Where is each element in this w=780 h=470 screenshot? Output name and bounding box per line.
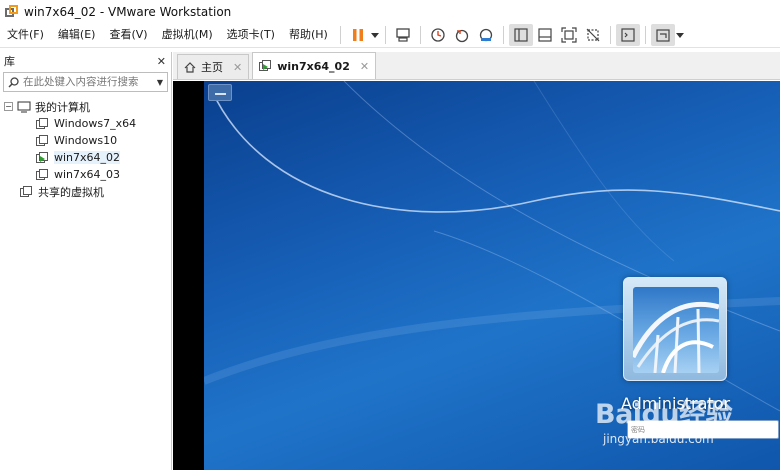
snapshot-icon — [431, 28, 445, 42]
menu-edit[interactable]: 编辑(E) — [51, 24, 103, 46]
password-field[interactable]: 密码 — [627, 420, 779, 439]
tab-vm-label: win7x64_02 — [277, 59, 350, 73]
send-keys-button[interactable] — [391, 24, 415, 46]
collapse-toggle[interactable]: − — [4, 102, 13, 111]
menu-tabs[interactable]: 选项卡(T) — [220, 24, 282, 46]
revert-snapshot-button[interactable] — [450, 24, 474, 46]
library-header: 库 ✕ — [0, 52, 171, 70]
tab-home-close-button[interactable]: ✕ — [233, 61, 242, 74]
user-avatar-tile[interactable] — [623, 277, 727, 381]
tree-vm-label: Windows10 — [54, 134, 118, 147]
unity-icon — [586, 28, 600, 42]
tab-strip: 主页 ✕ win7x64_02 ✕ — [173, 52, 780, 80]
vm-tree: − 我的计算机 Windows7_x64 Windows10 win7x64_0… — [4, 98, 172, 200]
home-icon — [184, 61, 196, 73]
toolbar-separator — [419, 26, 421, 44]
library-panel: 库 ✕ ▼ − 我的计算机 Windows7_x64 Windows10 win… — [0, 52, 172, 470]
pause-button[interactable] — [346, 24, 370, 46]
vm-icon — [36, 168, 49, 181]
menu-vm[interactable]: 虚拟机(M) — [155, 24, 220, 46]
tree-vm-item[interactable]: Windows7_x64 — [4, 115, 172, 132]
vm-icon — [36, 117, 49, 130]
chevron-down-icon — [370, 32, 379, 38]
thumbnail-view-icon — [538, 28, 552, 42]
console-view-button[interactable] — [615, 24, 640, 46]
window-title: win7x64_02 - VMware Workstation — [24, 4, 232, 19]
search-input[interactable] — [23, 76, 141, 88]
tree-vm-label: win7x64_03 — [54, 168, 121, 181]
menu-help[interactable]: 帮助(H) — [282, 24, 335, 46]
menu-view[interactable]: 查看(V) — [102, 24, 154, 46]
revert-snapshot-icon — [455, 29, 468, 43]
tab-home-label: 主页 — [201, 61, 223, 74]
toolbar-separator — [339, 26, 341, 44]
power-dropdown[interactable] — [370, 24, 380, 46]
library-search[interactable]: ▼ — [3, 72, 168, 92]
username-label: Administrator — [621, 394, 731, 413]
vmware-logo-icon — [5, 4, 19, 19]
guest-login-screen: Administrator 密码 ➜ — [204, 81, 780, 470]
tree-shared-label: 共享的虚拟机 — [38, 185, 104, 199]
thumbnail-view-button[interactable] — [533, 24, 557, 46]
toolbar-separator — [609, 26, 611, 44]
pause-icon — [352, 29, 363, 41]
display-settings-icon — [656, 29, 670, 42]
display-dropdown[interactable] — [675, 24, 685, 46]
snapshot-button[interactable] — [426, 24, 450, 46]
tree-vm-label: Windows7_x64 — [54, 117, 137, 130]
shared-vms-icon — [20, 185, 33, 198]
vm-running-icon — [259, 60, 272, 72]
library-view-icon — [514, 28, 528, 42]
menu-file[interactable]: 文件(F) — [0, 24, 51, 46]
tree-shared-vms[interactable]: 共享的虚拟机 — [4, 183, 172, 200]
library-view-button[interactable] — [508, 24, 533, 46]
user-picture — [633, 287, 719, 373]
tab-vm[interactable]: win7x64_02 ✕ — [252, 52, 377, 79]
console-icon — [621, 28, 635, 42]
tree-root-my-computer[interactable]: − 我的计算机 — [4, 98, 172, 115]
rollercoaster-image — [633, 301, 719, 373]
tree-vm-item[interactable]: win7x64_03 — [4, 166, 172, 183]
tree-vm-label: win7x64_02 — [54, 151, 121, 164]
library-close-button[interactable]: ✕ — [157, 55, 166, 68]
snapshot-manager-icon — [479, 28, 492, 42]
display-settings-button[interactable] — [650, 24, 675, 46]
menu-toolbar: 文件(F) 编辑(E) 查看(V) 虚拟机(M) 选项卡(T) 帮助(H) — [0, 23, 780, 48]
tree-vm-item-running[interactable]: win7x64_02 — [4, 149, 172, 166]
send-keys-icon — [396, 28, 410, 42]
search-icon — [8, 76, 19, 88]
search-dropdown-button[interactable]: ▼ — [157, 78, 163, 87]
vm-console[interactable]: Administrator 密码 ➜ — [173, 81, 780, 470]
chevron-down-icon — [675, 32, 684, 38]
tab-home[interactable]: 主页 ✕ — [177, 54, 250, 79]
fullscreen-button[interactable] — [557, 24, 581, 46]
tab-vm-close-button[interactable]: ✕ — [360, 60, 369, 73]
fullscreen-icon — [561, 27, 577, 43]
tree-root-label: 我的计算机 — [35, 100, 90, 114]
vm-menu-toggle[interactable] — [208, 84, 232, 101]
tree-vm-item[interactable]: Windows10 — [4, 132, 172, 149]
toolbar-separator — [644, 26, 646, 44]
library-title: 库 — [4, 55, 15, 68]
snapshot-manager-button[interactable] — [474, 24, 498, 46]
computer-icon — [17, 100, 31, 113]
toolbar-separator — [502, 26, 504, 44]
vm-running-icon — [36, 151, 49, 164]
password-placeholder: 密码 — [631, 426, 645, 434]
vm-icon — [36, 134, 49, 147]
unity-button[interactable] — [581, 24, 605, 46]
title-bar: win7x64_02 - VMware Workstation — [0, 0, 780, 23]
toolbar-separator — [384, 26, 386, 44]
